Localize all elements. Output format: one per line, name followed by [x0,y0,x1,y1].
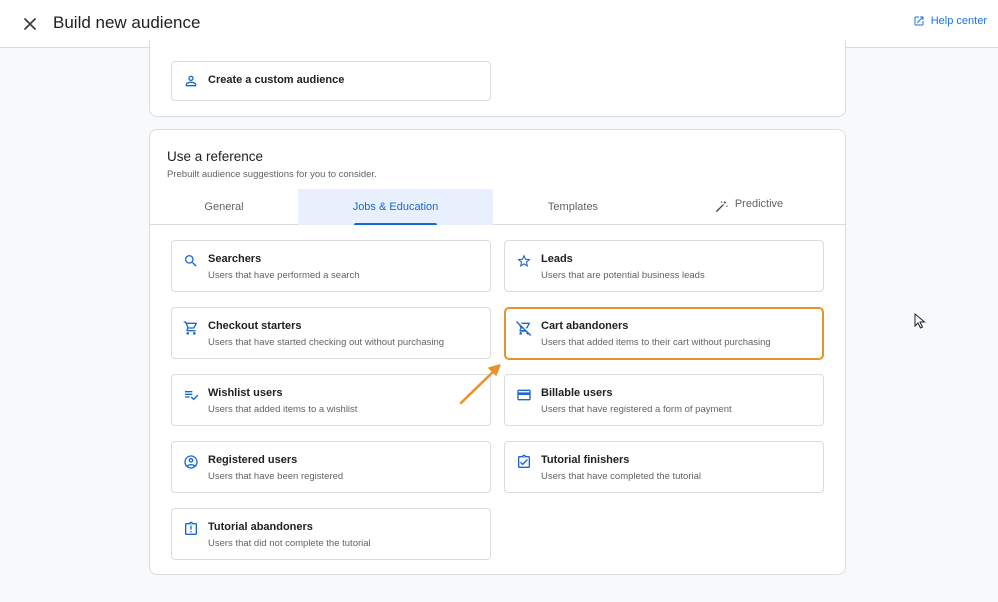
credit-card-icon [515,386,533,404]
tab-predictive[interactable]: Predictive [653,186,845,222]
star-icon [515,252,533,270]
tab-bar: General Jobs & Education Templates Predi… [150,189,845,225]
close-icon [24,18,36,30]
assignment-late-icon [182,520,200,538]
help-center-link[interactable]: Help center [913,15,987,27]
option-title: Billable users [541,387,613,399]
option-cart-abandoners[interactable]: Cart abandoners Users that added items t… [504,307,824,360]
custom-audience-label: Create a custom audience [208,74,345,86]
option-title: Registered users [208,454,298,466]
option-checkout-starters[interactable]: Checkout starters Users that have starte… [171,307,491,359]
tab-jobs-education-label: Jobs & Education [352,201,439,213]
use-reference-card: Use a reference Prebuilt audience sugges… [149,129,846,575]
option-tutorial-finishers[interactable]: Tutorial finishers Users that have compl… [504,441,824,493]
option-description: Users that have started checking out wit… [208,337,445,348]
option-leads[interactable]: Leads Users that are potential business … [504,240,824,292]
option-description: Users that have registered a form of pay… [541,404,732,415]
tab-templates-label: Templates [547,201,599,213]
option-title: Checkout starters [208,320,302,332]
cart-icon [182,319,200,337]
custom-audience-card: Create a custom audience [149,40,846,117]
option-searchers[interactable]: Searchers Users that have performed a se… [171,240,491,292]
create-custom-audience-button[interactable]: Create a custom audience [171,61,491,101]
remove-cart-icon [515,319,533,337]
option-description: Users that did not complete the tutorial [208,538,371,549]
option-title: Wishlist users [208,387,283,399]
option-wishlist-users[interactable]: Wishlist users Users that added items to… [171,374,491,426]
search-icon [182,252,200,270]
tab-general-label: General [204,201,244,213]
option-description: Users that are potential business leads [541,270,705,281]
option-description: Users that added items to a wishlist [208,404,358,415]
option-title: Searchers [208,253,262,265]
assignment-check-icon [515,453,533,471]
section-heading: Use a reference [167,149,264,164]
option-title: Cart abandoners [541,320,629,332]
option-description: Users that have been registered [208,471,344,482]
option-title: Tutorial finishers [541,454,630,466]
option-billable-users[interactable]: Billable users Users that have registere… [504,374,824,426]
option-description: Users that have completed the tutorial [541,471,702,482]
close-button[interactable] [18,12,42,36]
playlist-check-icon [182,386,200,404]
tab-jobs-education[interactable]: Jobs & Education [298,189,493,225]
tab-predictive-label: Predictive [734,198,784,210]
option-description: Users that added items to their cart wit… [541,337,771,348]
account-circle-icon [182,453,200,471]
section-subheading: Prebuilt audience suggestions for you to… [167,169,377,180]
tab-general[interactable]: General [150,189,298,225]
mouse-cursor-icon [914,313,926,329]
open-in-new-icon [914,16,924,26]
help-center-label: Help center [930,15,987,27]
person-icon [182,72,200,90]
option-title: Tutorial abandoners [208,521,313,533]
option-description: Users that have performed a search [208,270,360,281]
option-title: Leads [541,253,573,265]
option-registered-users[interactable]: Registered users Users that have been re… [171,441,491,493]
option-tutorial-abandoners[interactable]: Tutorial abandoners Users that did not c… [171,508,491,560]
tab-templates[interactable]: Templates [493,189,653,225]
magic-wand-icon [715,200,728,212]
page-title: Build new audience [53,13,201,32]
